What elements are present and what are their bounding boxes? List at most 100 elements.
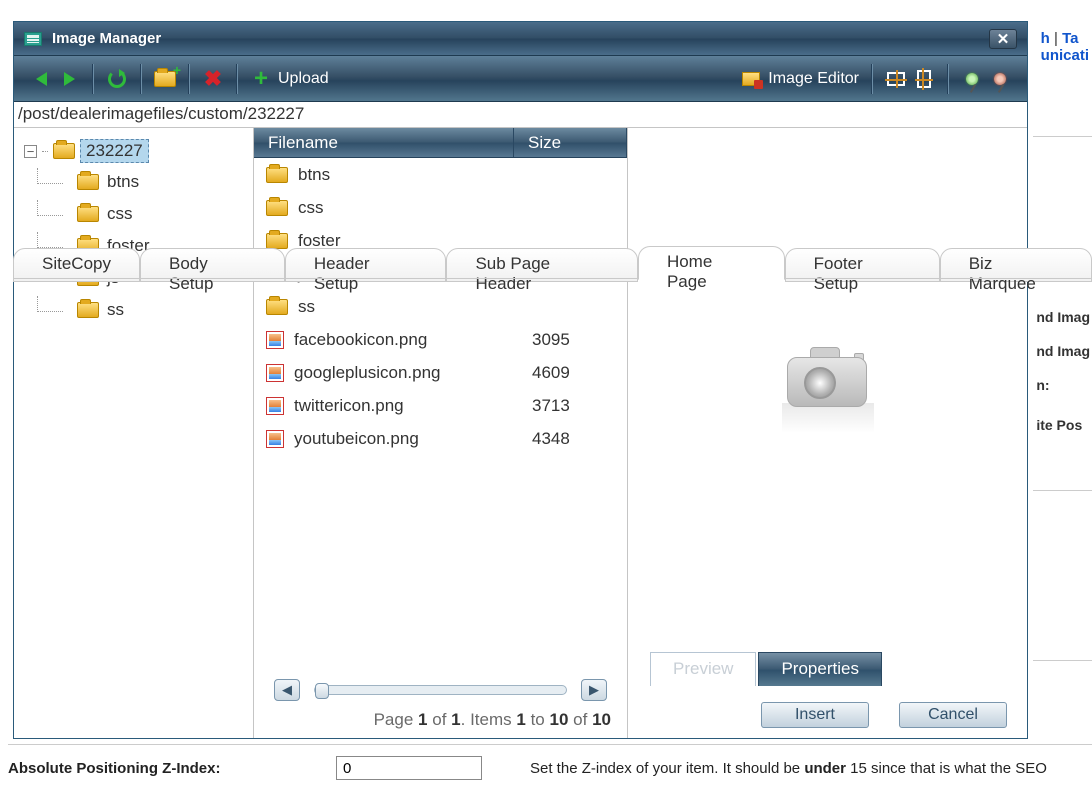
- fit-width-button[interactable]: [885, 68, 907, 90]
- toolbar: + ✖ + Upload Image Editor: [14, 56, 1027, 102]
- page-tab-home-page[interactable]: Home Page: [638, 246, 785, 280]
- file-name: ss: [298, 297, 526, 317]
- dialog-buttons: Insert Cancel: [628, 686, 1027, 738]
- tree-node-label: css: [107, 204, 133, 224]
- file-row[interactable]: youtubeicon.png4348: [254, 422, 627, 455]
- column-filename[interactable]: Filename: [254, 128, 514, 157]
- page-tab-biz-marquee[interactable]: Biz Marquee: [940, 248, 1092, 282]
- tree-node-css[interactable]: css: [16, 198, 251, 230]
- page-tab-body-setup[interactable]: Body Setup: [140, 248, 285, 282]
- file-size: 3095: [532, 330, 570, 350]
- path-bar[interactable]: /post/dealerimagefiles/custom/232227: [14, 102, 1027, 128]
- folder-icon: [266, 299, 288, 315]
- close-button[interactable]: ✕: [989, 29, 1017, 49]
- column-size[interactable]: Size: [514, 128, 627, 157]
- folder-icon: [77, 174, 99, 190]
- page-tab-footer-setup[interactable]: Footer Setup: [785, 248, 940, 282]
- upload-button[interactable]: +: [250, 68, 272, 90]
- tree-node-ss[interactable]: ss: [16, 294, 251, 326]
- forward-button[interactable]: [58, 68, 80, 90]
- file-row[interactable]: btns: [254, 158, 627, 191]
- image-manager-dialog: Image Manager ✕ + ✖ + Upload Image Edito…: [13, 21, 1028, 739]
- image-editor-button[interactable]: [740, 68, 762, 90]
- file-name: btns: [298, 165, 526, 185]
- arrow-left-icon: [36, 72, 47, 86]
- zindex-row: Absolute Positioning Z-Index: Set the Z-…: [8, 756, 1092, 780]
- upload-label[interactable]: Upload: [278, 70, 329, 88]
- back-button[interactable]: [30, 68, 52, 90]
- file-name: css: [298, 198, 526, 218]
- plus-icon: +: [254, 67, 268, 91]
- page-tab-strip: SiteCopyBody SetupHeader SetupSub Page H…: [13, 244, 1092, 280]
- zoom-out-icon: [994, 73, 1006, 85]
- file-row[interactable]: css: [254, 191, 627, 224]
- zoom-in-button[interactable]: [961, 68, 983, 90]
- zoom-out-button[interactable]: [989, 68, 1011, 90]
- no-image-icon: [782, 347, 874, 407]
- bg-rule: [1033, 136, 1092, 137]
- separator-rule: [8, 744, 1092, 745]
- image-file-icon: [266, 364, 284, 382]
- new-folder-button[interactable]: +: [154, 68, 176, 90]
- page-tab-sub-page-header[interactable]: Sub Page Header: [446, 248, 638, 282]
- separator: [140, 64, 142, 94]
- insert-button[interactable]: Insert: [761, 702, 869, 728]
- folder-tree: − 232227 btnscssfosterjsss: [14, 128, 254, 738]
- tab-preview[interactable]: Preview: [650, 652, 756, 686]
- file-name: twittericon.png: [294, 396, 522, 416]
- titlebar[interactable]: Image Manager ✕: [14, 22, 1027, 56]
- file-row[interactable]: twittericon.png 3713: [254, 389, 627, 422]
- tree-node-label: ss: [107, 300, 124, 320]
- cancel-button[interactable]: Cancel: [899, 702, 1007, 728]
- fit-height-button[interactable]: [913, 68, 935, 90]
- scroll-right-button[interactable]: ▶: [581, 679, 607, 701]
- separator: [92, 64, 94, 94]
- file-size: 3713: [532, 396, 570, 416]
- image-editor-icon: [742, 72, 760, 86]
- folder-icon: [77, 302, 99, 318]
- bg-rule: [1033, 660, 1092, 661]
- refresh-button[interactable]: [106, 68, 128, 90]
- app-icon: [24, 32, 42, 46]
- image-editor-label[interactable]: Image Editor: [768, 70, 859, 88]
- page-tab-baseline: [13, 278, 1092, 279]
- preview-pane: Preview Properties Insert Cancel: [628, 128, 1027, 738]
- preview-tabs: Preview Properties: [628, 652, 1027, 686]
- folder-icon: [53, 143, 75, 159]
- scroll-track[interactable]: [314, 685, 567, 695]
- separator: [188, 64, 190, 94]
- preview-body: [628, 128, 1027, 652]
- tab-properties[interactable]: Properties: [758, 652, 881, 686]
- zindex-input[interactable]: [336, 756, 482, 780]
- scroll-left-button[interactable]: ◀: [274, 679, 300, 701]
- fit-width-icon: [887, 72, 905, 86]
- tree-node-btns[interactable]: btns: [16, 166, 251, 198]
- dialog-title: Image Manager: [52, 30, 161, 47]
- file-list-header: Filename Size: [254, 128, 627, 158]
- horizontal-scrollbar[interactable]: ◀ ▶: [254, 672, 627, 708]
- x-icon: ✖: [204, 68, 222, 90]
- image-file-icon: [266, 397, 284, 415]
- fit-height-icon: [917, 70, 931, 88]
- tree-node-label: btns: [107, 172, 139, 192]
- file-list: btnscssfosterjsssfacebookicon.png3095goo…: [254, 158, 627, 672]
- page-tab-sitecopy[interactable]: SiteCopy: [13, 248, 140, 282]
- separator: [871, 64, 873, 94]
- scroll-thumb[interactable]: [315, 683, 329, 699]
- tree-root-node[interactable]: − 232227: [16, 136, 251, 166]
- file-row[interactable]: googleplusicon.png4609: [254, 356, 627, 389]
- tree-root-label: 232227: [80, 139, 149, 163]
- page-tab-header-setup[interactable]: Header Setup: [285, 248, 447, 282]
- arrow-right-icon: [64, 72, 75, 86]
- plus-badge-icon: +: [173, 62, 181, 78]
- bg-rule: [1033, 490, 1092, 491]
- file-size: 4609: [532, 363, 570, 383]
- collapse-icon[interactable]: −: [24, 145, 37, 158]
- file-name: facebookicon.png: [294, 330, 522, 350]
- background-links: h | Ta unicati: [1041, 30, 1089, 64]
- separator: [236, 64, 238, 94]
- zoom-in-icon: [966, 73, 978, 85]
- delete-button[interactable]: ✖: [202, 68, 224, 90]
- file-row[interactable]: ss: [254, 290, 627, 323]
- file-row[interactable]: facebookicon.png 3095: [254, 323, 627, 356]
